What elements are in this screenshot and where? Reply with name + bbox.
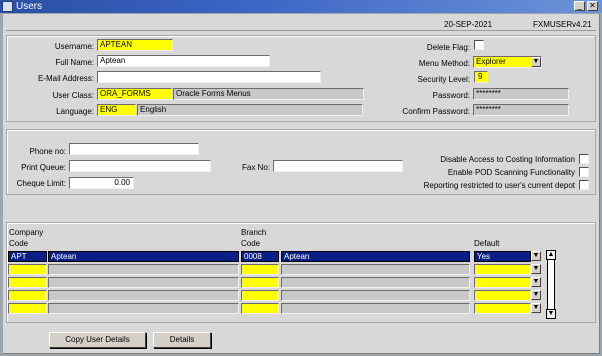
cheque-limit-label: Cheque Limit: [16,179,66,188]
username-field[interactable]: APTEAN [97,39,173,51]
header-module: FXMUSER [533,20,573,29]
language-label: Language: [56,107,94,116]
minimize-icon[interactable]: _ [574,1,585,11]
userclass-code-field[interactable]: ORA_FORMS [97,88,172,100]
app-window-icon[interactable] [2,1,13,12]
chevron-down-icon[interactable]: ▼ [531,57,541,67]
disable-costing-checkbox[interactable] [579,154,589,164]
fullname-field[interactable]: Aptean [97,55,270,67]
phone-field[interactable] [69,143,199,155]
print-queue-label: Print Queue: [21,163,66,172]
username-label: Username: [54,42,94,51]
chevron-down-icon[interactable]: ▼ [531,290,541,300]
close-icon[interactable]: ✕ [587,1,598,11]
branch-header-2: Code [241,239,261,248]
print-queue-field[interactable] [69,160,211,172]
chevron-down-icon[interactable]: ▼ [531,251,541,261]
branch-code-cell[interactable] [241,303,279,314]
security-level-field[interactable]: 9 [474,71,488,83]
company-code-cell[interactable]: APT [8,251,47,262]
default-cell[interactable] [474,303,531,314]
header-date: 20-SEP-2021 [444,20,493,29]
phone-label: Phone no: [29,147,66,156]
delete-flag-label: Delete Flag: [426,43,470,52]
password-label: Password: [432,91,470,100]
header-divider [6,30,596,31]
details-button[interactable]: Details [153,332,211,348]
branch-code-cell[interactable] [241,290,279,301]
language-code-field[interactable]: ENG [97,104,136,116]
title-bar: Users _ ✕ [0,0,602,13]
company-name-cell[interactable] [48,277,239,288]
language-desc-field: English [137,104,363,116]
menu-method-label: Menu Method: [418,59,470,68]
chevron-down-icon[interactable]: ▼ [531,277,541,287]
default-cell[interactable] [474,277,531,288]
restrict-depot-label: Reporting restricted to user's current d… [423,181,575,190]
company-code-cell[interactable] [8,264,47,275]
header-version: v4.21 [572,20,592,29]
enable-pod-checkbox[interactable] [579,167,589,177]
restrict-depot-checkbox[interactable] [579,180,589,190]
fax-field[interactable] [273,160,403,172]
company-name-cell[interactable] [48,290,239,301]
security-level-label: Security Level: [417,75,470,84]
default-cell[interactable] [474,264,531,275]
chevron-down-icon[interactable]: ▼ [531,264,541,274]
arrow-up-icon[interactable]: ▲ [546,250,556,260]
email-label: E-Mail Address: [37,74,94,83]
email-field[interactable] [97,71,321,83]
confirm-password-label: Confirm Password: [402,107,470,116]
company-code-cell[interactable] [8,290,47,301]
default-header: Default [474,239,500,248]
company-code-cell[interactable] [8,303,47,314]
chevron-down-icon[interactable]: ▼ [531,303,541,313]
enable-pod-label: Enable POD Scanning Functionality [447,168,575,177]
branch-header-1: Branch [241,228,267,237]
company-header-2: Code [9,239,29,248]
grid-scrollbar-track[interactable] [547,260,555,309]
branch-name-cell[interactable] [281,303,470,314]
password-field[interactable]: ******** [473,88,569,100]
confirm-password-field[interactable]: ******** [473,104,569,116]
delete-flag-checkbox[interactable] [474,40,484,50]
company-name-cell[interactable]: Aptean [48,251,239,262]
company-name-cell[interactable] [48,303,239,314]
cheque-limit-field[interactable]: 0.00 [69,177,134,189]
branch-name-cell[interactable] [281,290,470,301]
userclass-desc-field: Oracle Forms Menus [173,88,364,100]
disable-costing-label: Disable Access to Costing Information [440,155,575,164]
company-header-1: Company [9,228,44,237]
branch-code-cell[interactable] [241,264,279,275]
company-code-cell[interactable] [8,277,47,288]
copy-user-details-button[interactable]: Copy User Details [49,332,146,348]
default-cell[interactable]: Yes [474,251,531,262]
default-cell[interactable] [474,290,531,301]
branch-code-cell[interactable] [241,277,279,288]
window-title: Users [16,1,43,12]
branch-code-cell[interactable]: 0008 [241,251,279,262]
fax-label: Fax No: [241,163,270,172]
branch-name-cell[interactable] [281,264,470,275]
branch-name-cell[interactable]: Aptean [281,251,470,262]
company-name-cell[interactable] [48,264,239,275]
arrow-down-icon[interactable]: ▼ [546,309,556,319]
fullname-label: Full Name: [55,58,94,67]
branch-name-cell[interactable] [281,277,470,288]
userclass-label: User Class: [52,91,94,100]
